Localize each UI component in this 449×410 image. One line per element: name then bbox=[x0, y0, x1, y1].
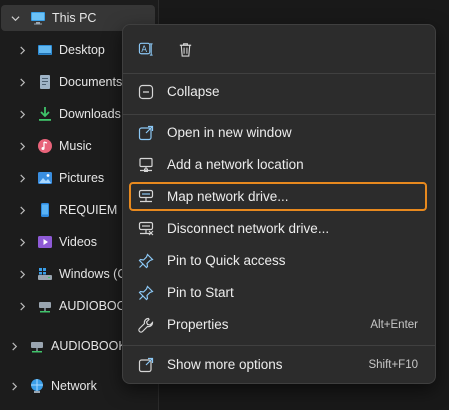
chevron-down-icon[interactable] bbox=[10, 13, 20, 23]
chevron-right-icon[interactable] bbox=[17, 237, 27, 247]
menu-item-label: Pin to Start bbox=[167, 285, 234, 300]
rename-button[interactable]: A bbox=[132, 36, 160, 62]
nav-label-this-pc: This PC bbox=[52, 11, 97, 25]
network-drive-icon bbox=[29, 338, 45, 354]
menu-separator bbox=[123, 345, 435, 346]
menu-item-map-network-drive[interactable]: Map network drive... bbox=[129, 182, 427, 211]
nav-label: Music bbox=[59, 139, 92, 153]
open-new-window-icon bbox=[138, 125, 154, 141]
delete-icon bbox=[177, 41, 194, 58]
menu-item-pin-quick-access[interactable]: Pin to Quick access bbox=[129, 246, 427, 275]
nav-label: Desktop bbox=[59, 43, 105, 57]
chevron-right-icon[interactable] bbox=[17, 301, 27, 311]
menu-item-label: Map network drive... bbox=[167, 189, 289, 204]
collapse-icon bbox=[138, 84, 154, 100]
menu-item-show-more-options[interactable]: Show more options Shift+F10 bbox=[129, 350, 427, 379]
pin-icon bbox=[138, 284, 154, 301]
svg-text:A: A bbox=[141, 44, 147, 54]
chevron-right-icon[interactable] bbox=[17, 45, 27, 55]
downloads-folder-icon bbox=[37, 106, 53, 122]
menu-item-label: Disconnect network drive... bbox=[167, 221, 330, 236]
menu-item-label: Pin to Quick access bbox=[167, 253, 286, 268]
menu-item-label: Add a network location bbox=[167, 157, 304, 172]
desktop-folder-icon bbox=[37, 42, 53, 58]
menu-item-pin-start[interactable]: Pin to Start bbox=[129, 278, 427, 307]
pin-icon bbox=[138, 252, 154, 269]
file-explorer-window: This PC Desktop Documents Downloads Musi… bbox=[0, 0, 449, 410]
nav-label: Network bbox=[51, 379, 97, 393]
phone-device-icon bbox=[37, 202, 53, 218]
nav-label: Downloads bbox=[59, 107, 121, 121]
chevron-right-icon[interactable] bbox=[17, 141, 27, 151]
chevron-right-icon[interactable] bbox=[9, 341, 19, 351]
chevron-right-icon[interactable] bbox=[17, 77, 27, 87]
menu-item-label: Properties bbox=[167, 317, 229, 332]
chevron-right-icon[interactable] bbox=[17, 173, 27, 183]
menu-item-label: Collapse bbox=[167, 84, 220, 99]
chevron-right-icon[interactable] bbox=[9, 381, 19, 391]
pictures-folder-icon bbox=[37, 170, 53, 186]
shortcut-label: Alt+Enter bbox=[370, 318, 418, 331]
nav-label: Pictures bbox=[59, 171, 105, 185]
chevron-right-icon[interactable] bbox=[17, 269, 27, 279]
nav-label: REQUIEM bbox=[59, 203, 118, 217]
menu-item-properties[interactable]: Properties Alt+Enter bbox=[129, 310, 427, 339]
menu-item-label: Show more options bbox=[167, 357, 283, 372]
windows-drive-icon bbox=[37, 266, 53, 282]
network-drive-icon bbox=[37, 298, 53, 314]
map-network-drive-icon bbox=[138, 189, 154, 205]
nav-label: Videos bbox=[59, 235, 97, 249]
disconnect-network-drive-icon bbox=[138, 221, 154, 237]
wrench-icon bbox=[138, 317, 154, 333]
show-more-options-icon bbox=[138, 357, 154, 373]
documents-folder-icon bbox=[37, 74, 53, 90]
network-icon bbox=[29, 378, 45, 394]
videos-folder-icon bbox=[37, 234, 53, 250]
delete-button[interactable] bbox=[171, 36, 199, 62]
context-menu: A Collapse Open in new window Add a netw… bbox=[122, 24, 436, 384]
chevron-right-icon[interactable] bbox=[17, 109, 27, 119]
menu-separator bbox=[123, 73, 435, 74]
menu-item-add-network-location[interactable]: Add a network location bbox=[129, 150, 427, 179]
rename-icon: A bbox=[138, 41, 155, 58]
shortcut-label: Shift+F10 bbox=[368, 358, 418, 371]
nav-label: Documents bbox=[59, 75, 123, 89]
nav-label: Windows (C bbox=[59, 267, 127, 281]
music-folder-icon bbox=[37, 138, 53, 154]
menu-item-open-new-window[interactable]: Open in new window bbox=[129, 118, 427, 147]
menu-item-label: Open in new window bbox=[167, 125, 292, 140]
network-location-icon bbox=[138, 157, 154, 173]
menu-item-collapse[interactable]: Collapse bbox=[129, 77, 427, 106]
menu-item-disconnect-network-drive[interactable]: Disconnect network drive... bbox=[129, 214, 427, 243]
chevron-right-icon[interactable] bbox=[17, 205, 27, 215]
computer-icon bbox=[30, 10, 46, 26]
menu-separator bbox=[123, 114, 435, 115]
